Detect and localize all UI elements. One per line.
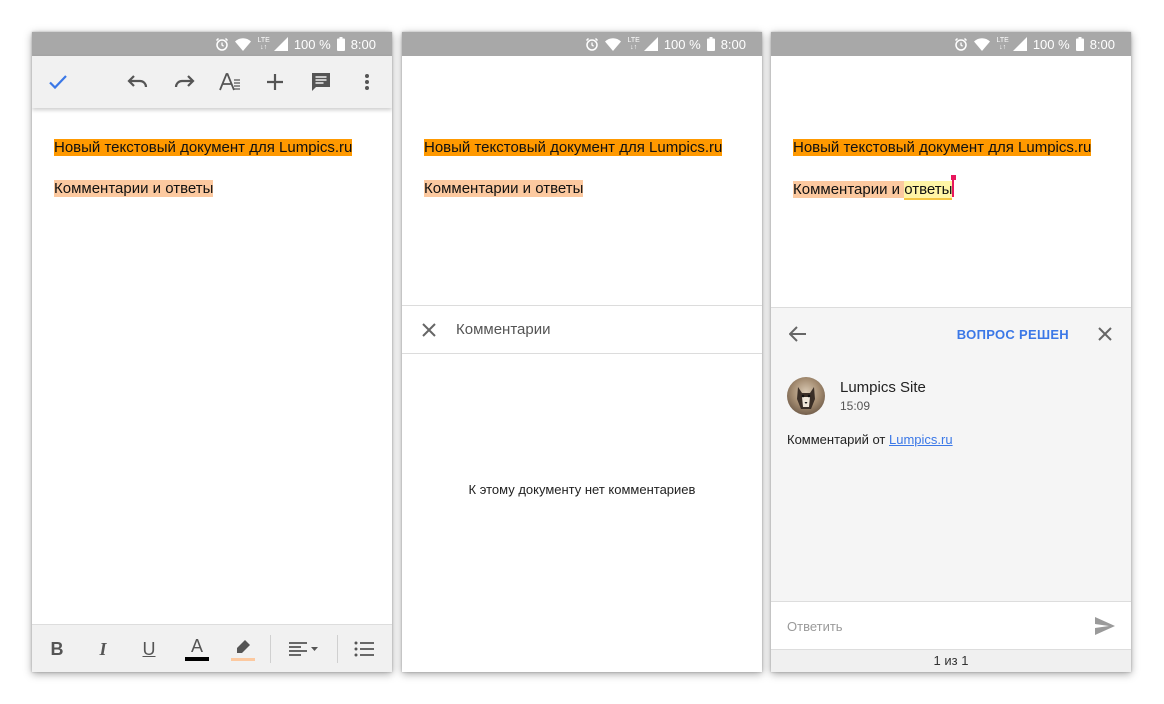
- document-line-2[interactable]: Комментарии и ответы: [54, 179, 214, 199]
- comment-text: Комментарий от: [787, 432, 890, 447]
- network-type: LTE ↓↑: [996, 37, 1009, 51]
- text-color-button[interactable]: A: [182, 625, 212, 672]
- divider: [771, 307, 1131, 308]
- insert-icon[interactable]: [262, 69, 288, 95]
- bulleted-list-icon: [354, 641, 374, 657]
- clock: 8:00: [350, 36, 376, 52]
- network-type: LTE ↓↑: [627, 37, 640, 51]
- highlight-color-swatch: [231, 657, 255, 661]
- check-icon[interactable]: [45, 69, 71, 95]
- highlighter-icon: [237, 639, 250, 653]
- more-icon[interactable]: [354, 69, 380, 95]
- comment-time: 15:09: [840, 399, 871, 413]
- reply-bar: Ответить: [771, 601, 1131, 649]
- battery-icon: [706, 37, 715, 51]
- wifi-icon: [235, 37, 252, 51]
- separator: [337, 635, 338, 663]
- close-icon[interactable]: [1092, 321, 1118, 347]
- comment-link[interactable]: Lumpics.ru: [889, 432, 953, 447]
- text-color-icon: A: [190, 636, 203, 656]
- comment-thread-screen: LTE ↓↑ 100 % 8:00 Новый текстовый докумен…: [771, 32, 1131, 672]
- signal-icon: [643, 37, 658, 51]
- underline-button[interactable]: U: [134, 625, 164, 672]
- signal-icon: [273, 37, 288, 51]
- no-comments-message: К этому документу нет комментариев: [468, 482, 696, 497]
- separator: [270, 635, 271, 663]
- comment-author: Lumpics Site: [840, 379, 926, 396]
- italic-icon: I: [99, 638, 107, 659]
- status-bar: LTE ↓↑ 100 % 8:00: [402, 32, 762, 56]
- format-bar: B I U A: [32, 624, 392, 672]
- battery-icon: [1075, 37, 1084, 51]
- text-cursor[interactable]: [951, 175, 957, 197]
- divider: [402, 353, 762, 354]
- undo-icon[interactable]: [125, 69, 151, 95]
- status-bar: LTE ↓↑ 100 % 8:00: [32, 32, 392, 56]
- comments-header: Комментарии: [402, 306, 762, 354]
- reply-input[interactable]: Ответить: [787, 619, 843, 634]
- text-color-swatch: [185, 657, 209, 661]
- editor-toolbar: [32, 56, 392, 108]
- document-title-text: Новый текстовый документ для Lumpics.ru: [793, 139, 1092, 156]
- highlight-button[interactable]: [228, 625, 258, 672]
- close-icon[interactable]: [416, 317, 442, 343]
- back-arrow-icon[interactable]: [785, 321, 811, 347]
- network-type: LTE ↓↑: [257, 37, 270, 51]
- document-subtitle-text: Комментарии и ответы: [424, 180, 584, 197]
- document-subtitle-text: Комментарии и ответы: [54, 180, 214, 197]
- comment-body: Комментарий от Lumpics.ru: [787, 432, 953, 447]
- italic-button[interactable]: I: [88, 625, 118, 672]
- commented-text[interactable]: ответы: [904, 181, 953, 200]
- battery-percent: 100 %: [293, 36, 331, 52]
- wifi-icon: [974, 37, 991, 51]
- resolve-button[interactable]: ВОПРОС РЕШЕН: [957, 327, 1069, 342]
- signal-icon: [1012, 37, 1027, 51]
- comments-title: Комментарии: [456, 321, 551, 338]
- list-button[interactable]: [349, 625, 379, 672]
- alarm-icon: [586, 37, 599, 51]
- battery-icon: [336, 37, 345, 51]
- editor-screen: LTE ↓↑ 100 % 8:00 Новый текстовый докумен…: [32, 32, 392, 672]
- align-left-icon: [289, 642, 318, 656]
- document-line-1[interactable]: Новый текстовый документ для Lumpics.ru: [54, 138, 353, 158]
- bold-button[interactable]: B: [42, 625, 72, 672]
- comment-icon[interactable]: [308, 69, 334, 95]
- redo-icon[interactable]: [171, 69, 197, 95]
- bold-icon: B: [50, 638, 64, 659]
- underline-icon: U: [142, 638, 156, 659]
- document-title-text: Новый текстовый документ для Lumpics.ru: [54, 139, 353, 156]
- clock: 8:00: [1089, 36, 1115, 52]
- text-format-icon[interactable]: [217, 69, 243, 95]
- document-subtitle-prefix: Комментарии и: [793, 181, 905, 198]
- avatar: [787, 377, 825, 415]
- align-button[interactable]: [286, 625, 322, 672]
- document-line-1[interactable]: Новый текстовый документ для Lumpics.ru: [424, 138, 723, 158]
- document-line-2[interactable]: Комментарии и ответы: [424, 179, 584, 199]
- comment-pager: 1 из 1: [771, 649, 1131, 672]
- document-title-text: Новый текстовый документ для Lumpics.ru: [424, 139, 723, 156]
- battery-percent: 100 %: [1032, 36, 1070, 52]
- status-bar: LTE ↓↑ 100 % 8:00: [771, 32, 1131, 56]
- document-line-1[interactable]: Новый текстовый документ для Lumpics.ru: [793, 138, 1092, 158]
- document-line-2[interactable]: Комментарии и ответы: [793, 175, 957, 200]
- comments-screen: LTE ↓↑ 100 % 8:00 Новый текстовый докумен…: [402, 32, 762, 672]
- send-icon[interactable]: [1092, 613, 1118, 639]
- clock: 8:00: [720, 36, 746, 52]
- alarm-icon: [955, 37, 968, 51]
- wifi-icon: [605, 37, 622, 51]
- alarm-icon: [216, 37, 229, 51]
- battery-percent: 100 %: [663, 36, 701, 52]
